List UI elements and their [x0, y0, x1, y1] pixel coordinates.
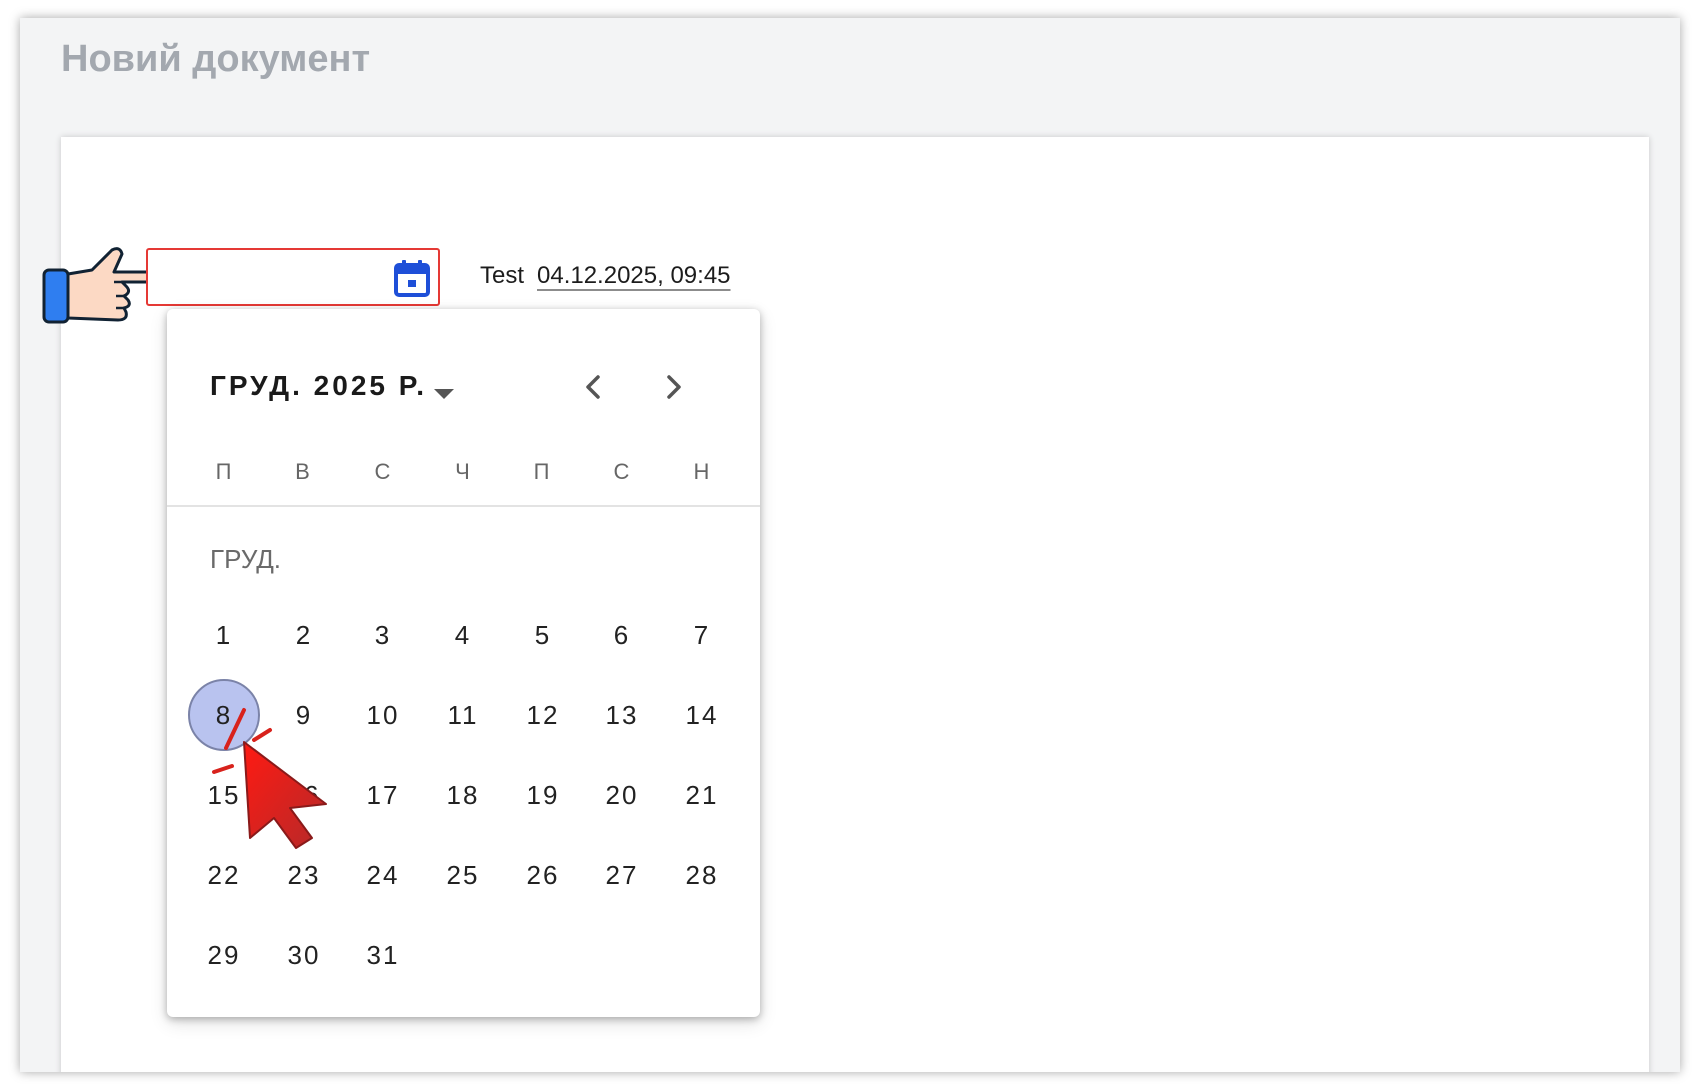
next-month-button[interactable]	[651, 365, 695, 409]
day-cell[interactable]: 14	[666, 679, 738, 751]
day-cell[interactable]: 28	[666, 839, 738, 911]
weekday-label: Ч	[455, 459, 471, 484]
day-cell[interactable]: 17	[347, 759, 419, 831]
weekday-label: В	[295, 459, 311, 484]
datepicker-popup: ГРУД. 2025 Р. П В С Ч П С Н ГРУД. 1 2 3 …	[167, 309, 760, 1017]
day-cell[interactable]: 31	[347, 919, 419, 991]
day-cell[interactable]: 4	[427, 599, 499, 671]
previous-month-button[interactable]	[572, 365, 616, 409]
day-cell[interactable]: 6	[586, 599, 658, 671]
chevron-left-icon	[586, 375, 600, 399]
weekday-label: П	[533, 459, 551, 484]
day-cell[interactable]: 27	[586, 839, 658, 911]
month-label: ГРУД.	[210, 544, 282, 574]
weekday-header-row: П В С Ч П С Н	[167, 459, 760, 507]
field-label: Test	[480, 262, 525, 289]
day-cell[interactable]: 26	[507, 839, 579, 911]
day-cell[interactable]: 10	[347, 679, 419, 751]
calendar-button[interactable]	[392, 258, 432, 298]
day-cell[interactable]: 2	[268, 599, 340, 671]
day-cell[interactable]: 3	[347, 599, 419, 671]
day-cell[interactable]: 7	[666, 599, 738, 671]
day-cell[interactable]: 1	[188, 599, 260, 671]
weekday-label: С	[613, 459, 631, 484]
date-input[interactable]	[146, 248, 440, 306]
month-year-selector[interactable]: ГРУД. 2025 Р.	[210, 370, 427, 402]
weekday-label: П	[215, 459, 233, 484]
weekday-label: С	[374, 459, 392, 484]
caret-down-icon[interactable]	[434, 389, 454, 399]
field-value: 04.12.2025, 09:45	[537, 262, 731, 289]
day-cell[interactable]: 24	[347, 839, 419, 911]
day-cell[interactable]: 19	[507, 759, 579, 831]
chevron-right-icon	[667, 375, 681, 399]
day-cell[interactable]: 18	[427, 759, 499, 831]
day-cell[interactable]: 20	[586, 759, 658, 831]
day-cell[interactable]: 30	[268, 919, 340, 991]
calendar-icon	[394, 260, 430, 297]
day-cell[interactable]: 11	[427, 679, 499, 751]
day-cell[interactable]: 21	[666, 759, 738, 831]
page-title: Новий документ	[61, 38, 371, 80]
weekday-label: Н	[693, 459, 711, 484]
day-cell[interactable]: 13	[586, 679, 658, 751]
day-cell[interactable]: 25	[427, 839, 499, 911]
day-cell[interactable]: 29	[188, 919, 260, 991]
pointing-hand-icon	[42, 247, 158, 324]
day-cell[interactable]: 5	[507, 599, 579, 671]
day-cell[interactable]: 12	[507, 679, 579, 751]
mouse-cursor-arrow-icon	[212, 708, 327, 849]
